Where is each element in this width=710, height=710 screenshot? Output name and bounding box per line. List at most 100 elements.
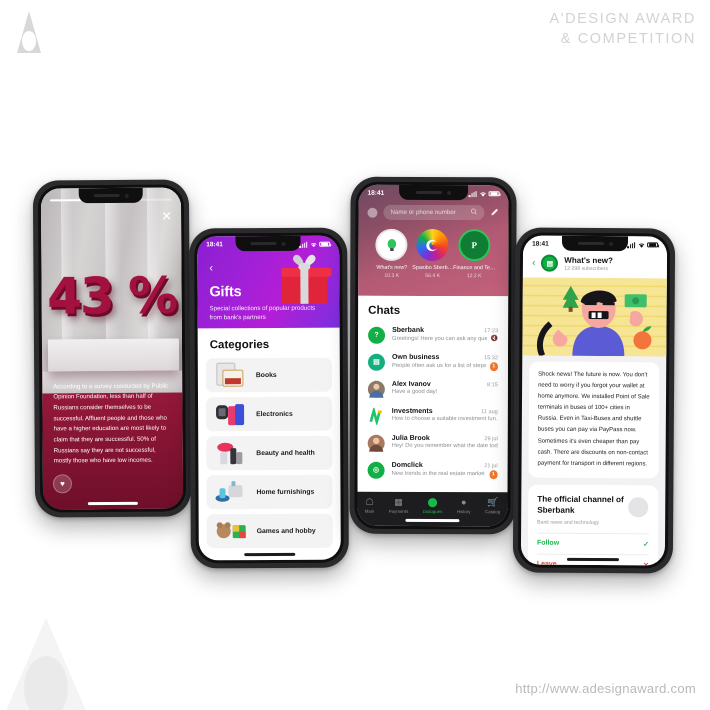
- status-indicators: [627, 241, 659, 248]
- front-camera-icon: [281, 241, 286, 246]
- follow-button[interactable]: Follow ✓: [536, 532, 650, 555]
- phone4-notch: [561, 235, 629, 252]
- speaker-grille: [250, 241, 277, 246]
- channel-title-group: What's new? 12 298 subscribers: [564, 255, 613, 271]
- category-row-electronics[interactable]: Electronics: [205, 396, 333, 432]
- search-placeholder: Name or phone number: [390, 208, 456, 217]
- channel-avatar[interactable]: ▤: [541, 254, 559, 272]
- category-label: Home furnishings: [256, 488, 315, 496]
- phone2-bezel: 18:41 ‹ Gifts Special collections of pop…: [194, 232, 344, 564]
- chat-row[interactable]: ? Sberbank 17:23 Greetings! Here you can…: [358, 321, 508, 349]
- tab-label: Catalog: [485, 509, 501, 515]
- chat-bottom: How to choose a suitable investment fun…: [392, 416, 498, 422]
- story-name: Spasibo Sberb…: [412, 264, 454, 272]
- phone1-notch: [78, 187, 144, 204]
- chat-message: Greetings! Here you can ask any questio…: [392, 335, 487, 342]
- games-icon: [215, 517, 249, 545]
- avatar[interactable]: [367, 207, 378, 218]
- channel-info-card: The official channel of Sberbank Bank ne…: [527, 484, 659, 566]
- phone2-screen: 18:41 ‹ Gifts Special collections of pop…: [197, 235, 341, 561]
- chat-name: Alex Ivanov: [391, 380, 431, 388]
- back-icon[interactable]: ‹: [532, 258, 535, 269]
- chat-row[interactable]: Investments 11 aug How to choose a suita…: [358, 402, 508, 430]
- spasibo-icon: [416, 228, 449, 262]
- battery-icon: [488, 190, 500, 197]
- chats-title: Chats: [358, 295, 509, 322]
- avatar: ?: [368, 326, 386, 344]
- chat-name: Julia Brook: [391, 434, 430, 442]
- unread-badge: 1: [489, 362, 498, 371]
- stories-row: What's new? 10.3 K Spasibo Sberb… 56.4 K: [367, 220, 499, 288]
- category-label: Beauty and health: [256, 449, 315, 457]
- speaker-grille: [577, 241, 604, 246]
- story-item-whats-new[interactable]: What's new? 10.3 K: [371, 228, 412, 279]
- chat-icon: ⬤: [427, 496, 438, 507]
- chat-time: 8:15: [486, 381, 498, 388]
- story-name: Finance and Te…: [453, 265, 496, 272]
- chat-message: How to choose a suitable investment fun…: [391, 415, 498, 423]
- tab-label: Payments: [388, 509, 409, 515]
- tab-main[interactable]: ☖ Main: [365, 497, 375, 515]
- avatar: [367, 407, 385, 425]
- chat-name: Sberbank: [392, 326, 425, 334]
- avatar: ▤: [367, 353, 386, 371]
- chat-name: Investments: [391, 407, 433, 415]
- chat-row[interactable]: Julia Brook 29 jul Hey! Do you remember …: [358, 429, 508, 457]
- beauty-icon: [214, 439, 248, 467]
- home-icon: [214, 478, 248, 506]
- books-icon: [214, 361, 248, 389]
- phone-channel-mockup: 18:41 ‹ ▤ What's new? 12 298 subscribers…: [512, 227, 676, 574]
- back-icon[interactable]: ‹: [209, 262, 213, 274]
- chats-list: ? Sberbank 17:23 Greetings! Here you can…: [357, 321, 509, 484]
- category-row-home[interactable]: Home furnishings: [206, 474, 333, 510]
- chat-top: Julia Brook 29 jul: [392, 434, 498, 441]
- phone1-bezel: 43 % ✕ According to a survey conducted b…: [37, 184, 187, 513]
- phone-gifts-mockup: 18:41 ‹ Gifts Special collections of pop…: [189, 227, 349, 569]
- a-design-award-logo-icon: [8, 8, 50, 56]
- chat-body: Sberbank 17:23 Greetings! Here you can a…: [392, 326, 498, 342]
- chat-row[interactable]: Alex Ivanov 8:15 Have a good day!: [358, 375, 508, 403]
- category-row-games[interactable]: Games and hobby: [206, 513, 333, 549]
- chat-body: Own business 15:32 People often ask us f…: [392, 353, 498, 371]
- home-indicator: [244, 552, 296, 557]
- tab-label: Dialogues: [422, 509, 443, 515]
- channel-card-subtitle: Bank news and technology: [537, 519, 600, 527]
- close-icon[interactable]: ✕: [161, 209, 172, 224]
- story-item-finance[interactable]: P Finance and Te… 12.2 K: [453, 229, 495, 279]
- tab-dialogues[interactable]: ⬤ Dialogues: [422, 496, 443, 515]
- wifi-icon: [479, 191, 486, 197]
- brand-line-2: & COMPETITION: [560, 30, 696, 47]
- phone4-bezel: 18:41 ‹ ▤ What's new? 12 298 subscribers…: [517, 232, 671, 569]
- categories-list: Books Electronics Beauty and health Home…: [198, 357, 341, 549]
- search-input[interactable]: Name or phone number: [383, 204, 485, 221]
- channel-logo-icon: [628, 497, 649, 518]
- avatar-letter: ▤: [546, 260, 554, 268]
- search-icon: [470, 208, 477, 217]
- chat-body: Julia Brook 29 jul Hey! Do you remember …: [392, 434, 498, 449]
- tab-label: History: [456, 509, 471, 515]
- compose-pencil-icon[interactable]: [490, 207, 499, 218]
- tab-catalog[interactable]: 🛒 Catalog: [485, 497, 501, 515]
- story-item-spasibo[interactable]: Spasibo Sberb… 56.4 K: [412, 228, 454, 279]
- tab-history[interactable]: ● History: [456, 497, 471, 515]
- phone1-screen: 43 % ✕ According to a survey conducted b…: [40, 187, 184, 510]
- phone3-screen: 18:41 Name or phone number What's new? 1…: [357, 184, 509, 527]
- category-row-beauty[interactable]: Beauty and health: [206, 435, 333, 471]
- chat-row[interactable]: ▤ Own business 15:32 People often ask us…: [358, 348, 508, 376]
- lightbulb-icon: [375, 228, 408, 261]
- chat-time: 11 aug: [481, 408, 498, 415]
- chat-row[interactable]: ◎ Domclick 21 jul New trends in the real…: [358, 456, 508, 484]
- front-camera-icon: [124, 193, 129, 198]
- like-heart-icon[interactable]: ♥: [52, 474, 73, 494]
- tab-payments[interactable]: ▦ Payments: [388, 497, 409, 515]
- story-count: 56.4 K: [425, 272, 441, 279]
- post-card: Shock news! The future is now. You don't…: [528, 361, 660, 479]
- category-row-books[interactable]: Books: [205, 357, 332, 393]
- follow-label: Follow: [536, 540, 560, 548]
- mute-icon: 🔇: [490, 336, 499, 343]
- speaker-grille: [416, 190, 443, 195]
- search-row: Name or phone number: [367, 204, 499, 221]
- status-indicators: [299, 241, 331, 248]
- scene-podium-upper: [47, 338, 180, 372]
- post-illustration-icon: [522, 277, 667, 357]
